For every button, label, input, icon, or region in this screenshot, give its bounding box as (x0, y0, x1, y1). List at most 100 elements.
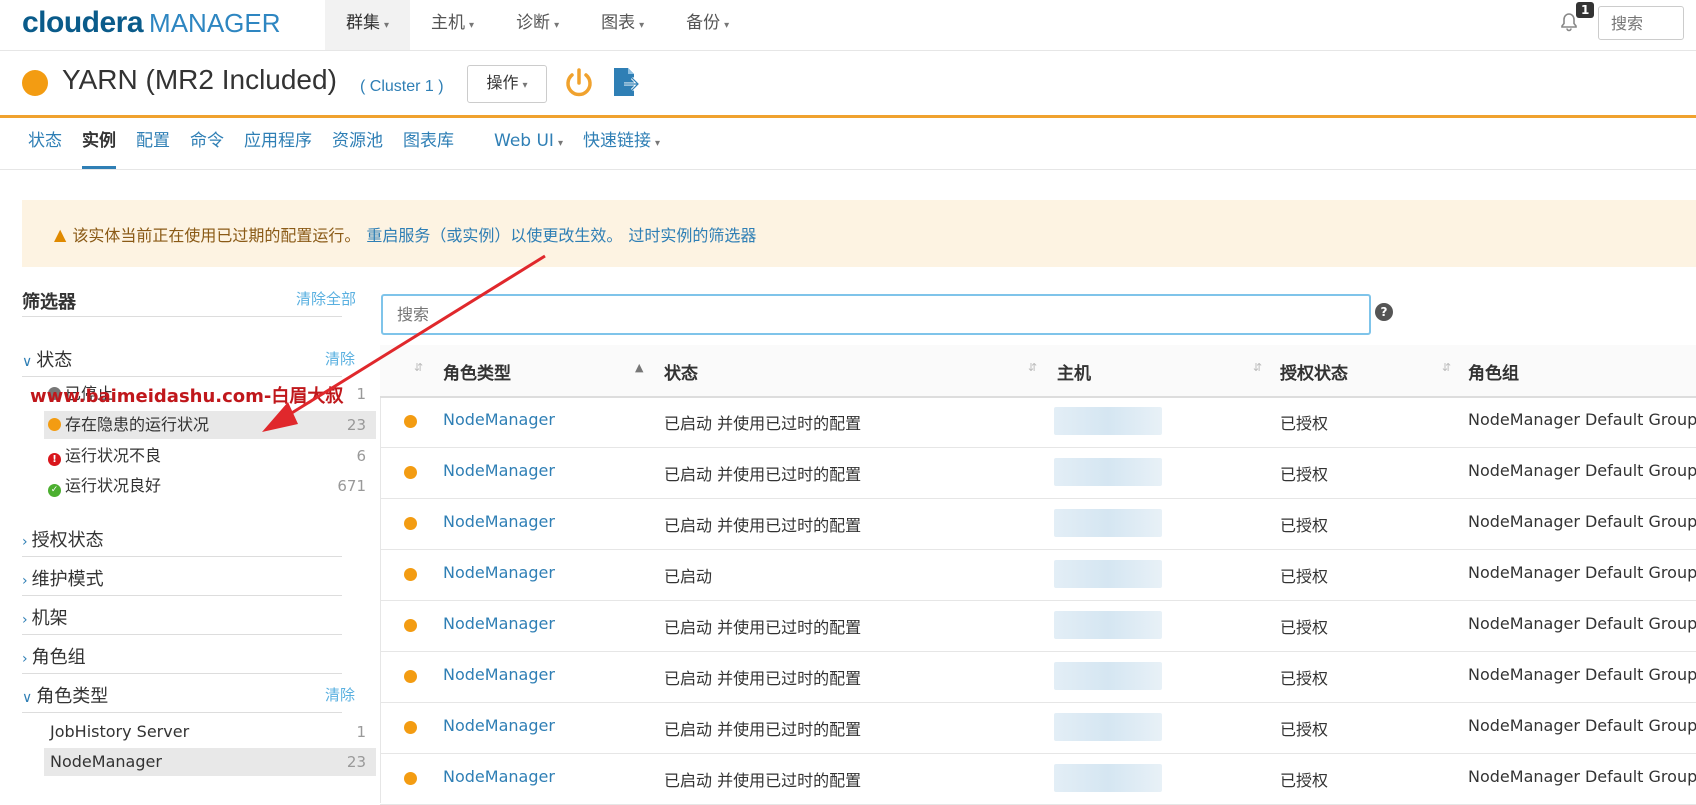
role-link[interactable]: NodeManager (443, 614, 555, 633)
actions-label: 操作 (486, 73, 519, 92)
chevron-down-icon: ▾ (384, 20, 390, 31)
table-row: NodeManager 已启动 并使用已过时的配置 已授权 NodeManage… (380, 498, 1696, 550)
global-search-input[interactable] (1598, 6, 1684, 40)
filter-section-authorization-status[interactable]: › 授权状态 (22, 526, 104, 552)
logo-brand: cloudera (22, 6, 144, 39)
nav-backup[interactable]: 备份 ▾ (665, 0, 750, 50)
nav-charts[interactable]: 图表 ▾ (580, 0, 665, 50)
tab-configuration[interactable]: 配置 (126, 118, 180, 170)
role-link[interactable]: NodeManager (443, 512, 555, 531)
good-health-check-icon: ✓ (48, 484, 61, 497)
nav-charts-label: 图表 (601, 13, 636, 33)
help-question-icon[interactable]: ? (1375, 303, 1393, 321)
table-row: NodeManager 已启动 并使用已过时的配置 已授权 NodeManage… (380, 600, 1696, 652)
role-type-filter-nodemanager[interactable]: NodeManager 23 (44, 748, 376, 776)
concerning-health-icon (404, 517, 417, 530)
column-header-status[interactable]: 状态 (664, 359, 698, 384)
restart-service-link[interactable]: 重启服务（或实例）以使更改生效。 (366, 222, 622, 246)
nav-hosts[interactable]: 主机 ▾ (410, 0, 495, 50)
tab-web-ui[interactable]: Web UI ▾ (484, 118, 573, 170)
nav-clusters[interactable]: 群集 ▾ (325, 0, 411, 50)
concerning-health-icon (404, 670, 417, 683)
role-group: NodeManager Default Group (1468, 716, 1696, 735)
column-header-authorization-status[interactable]: 授权状态 (1280, 359, 1348, 384)
column-header-role-group[interactable]: 角色组 (1468, 359, 1519, 384)
nav-diagnostics[interactable]: 诊断 ▾ (495, 0, 580, 50)
clear-status-filter-link[interactable]: 清除 (325, 348, 355, 369)
divider (22, 673, 342, 674)
nav-clusters-label: 群集 (346, 13, 380, 33)
role-link[interactable]: NodeManager (443, 716, 555, 735)
role-group: NodeManager Default Group (1468, 767, 1696, 786)
filters-title: 筛选器 (22, 292, 76, 313)
tab-resource-pools[interactable]: 资源池 (322, 118, 393, 170)
role-status: 已启动 并使用已过时的配置 (664, 516, 862, 535)
divider (22, 712, 342, 713)
table-row: NodeManager 已启动 并使用已过时的配置 已授权 NodeManage… (380, 702, 1696, 754)
status-filter-concerning-health[interactable]: 存在隐患的运行状况 23 (44, 411, 376, 439)
tab-quick-links[interactable]: 快速链接 ▾ (573, 118, 670, 170)
config-document-icon[interactable] (610, 66, 642, 102)
instances-search-input[interactable] (381, 294, 1371, 335)
status-filter-count: 6 (356, 447, 366, 465)
tab-chart-library[interactable]: 图表库 (393, 118, 464, 170)
tab-commands[interactable]: 命令 (180, 118, 234, 170)
host-redacted (1054, 662, 1162, 690)
role-link[interactable]: NodeManager (443, 410, 555, 429)
sort-icon[interactable]: ⇵ (414, 361, 423, 374)
status-filter-label: 存在隐患的运行状况 (65, 415, 210, 434)
divider (22, 595, 342, 596)
column-header-role-type[interactable]: 角色类型 (443, 359, 511, 384)
clear-role-type-filter-link[interactable]: 清除 (325, 684, 355, 705)
role-group: NodeManager Default Group (1468, 461, 1696, 480)
sort-icon[interactable]: ⇵ (1442, 361, 1451, 374)
role-link[interactable]: NodeManager (443, 563, 555, 582)
status-filter-good-health[interactable]: ✓ 运行状况良好 671 (44, 472, 376, 500)
filter-section-maintenance-mode[interactable]: › 维护模式 (22, 565, 104, 591)
sort-icon[interactable]: ⇵ (1253, 361, 1262, 374)
tab-instances[interactable]: 实例 (72, 118, 126, 170)
filter-section-role-type[interactable]: ∨ 角色类型 (22, 682, 108, 708)
role-type-filter-jobhistory[interactable]: JobHistory Server 1 (44, 718, 376, 746)
clear-all-filters-link[interactable]: 清除全部 (296, 288, 356, 309)
top-navbar: cloudera MANAGER 群集 ▾ 主机 ▾ 诊断 ▾ 图表 ▾ 备份 ▾ 1 (0, 0, 1696, 51)
stale-instances-filter-link[interactable]: 过时实例的筛选器 (628, 222, 756, 246)
role-group: NodeManager Default Group (1468, 512, 1696, 531)
tab-applications[interactable]: 应用程序 (234, 118, 322, 170)
chevron-down-icon: ▾ (469, 20, 475, 31)
cloudera-manager-logo[interactable]: cloudera MANAGER (22, 6, 281, 40)
role-link[interactable]: NodeManager (443, 767, 555, 786)
filter-section-rack[interactable]: › 机架 (22, 604, 68, 630)
sort-ascending-icon[interactable]: ▲ (635, 361, 643, 374)
table-row: NodeManager 已启动 并使用已过时的配置 已授权 NodeManage… (380, 396, 1696, 448)
column-header-host[interactable]: 主机 (1057, 359, 1091, 384)
host-redacted (1054, 509, 1162, 537)
filter-section-role-group[interactable]: › 角色组 (22, 643, 86, 669)
authorization-status: 已授权 (1280, 771, 1329, 790)
tab-status[interactable]: 状态 (18, 118, 72, 170)
notification-count-badge[interactable]: 1 (1576, 2, 1595, 18)
authorization-status: 已授权 (1280, 465, 1329, 484)
sort-icon[interactable]: ⇵ (1028, 361, 1037, 374)
role-link[interactable]: NodeManager (443, 461, 555, 480)
host-redacted (1054, 458, 1162, 486)
logo-product: MANAGER (149, 8, 281, 38)
role-type-label: NodeManager (50, 752, 162, 771)
filter-section-status[interactable]: ∨ 状态 (22, 346, 72, 372)
role-group: NodeManager Default Group (1468, 665, 1696, 684)
tab-web-ui-label: Web UI (494, 131, 554, 151)
status-filter-bad-health[interactable]: ! 运行状况不良 6 (44, 442, 376, 470)
role-status: 已启动 并使用已过时的配置 (664, 465, 862, 484)
role-link[interactable]: NodeManager (443, 665, 555, 684)
actions-dropdown-button[interactable]: 操作 ▾ (467, 65, 547, 103)
authorization-status: 已授权 (1280, 567, 1329, 586)
filter-section-role-type-label: 角色类型 (36, 686, 109, 707)
status-filter-count: 1 (356, 385, 366, 403)
cluster-link[interactable]: ( Cluster 1 ) (360, 78, 444, 96)
authorization-status: 已授权 (1280, 669, 1329, 688)
tabs-divider (0, 169, 1696, 170)
authorization-status: 已授权 (1280, 618, 1329, 637)
warning-text: 该实体当前正在使用已过期的配置运行。 (72, 226, 361, 245)
nav-backup-label: 备份 (686, 13, 721, 33)
power-icon[interactable] (564, 67, 594, 103)
